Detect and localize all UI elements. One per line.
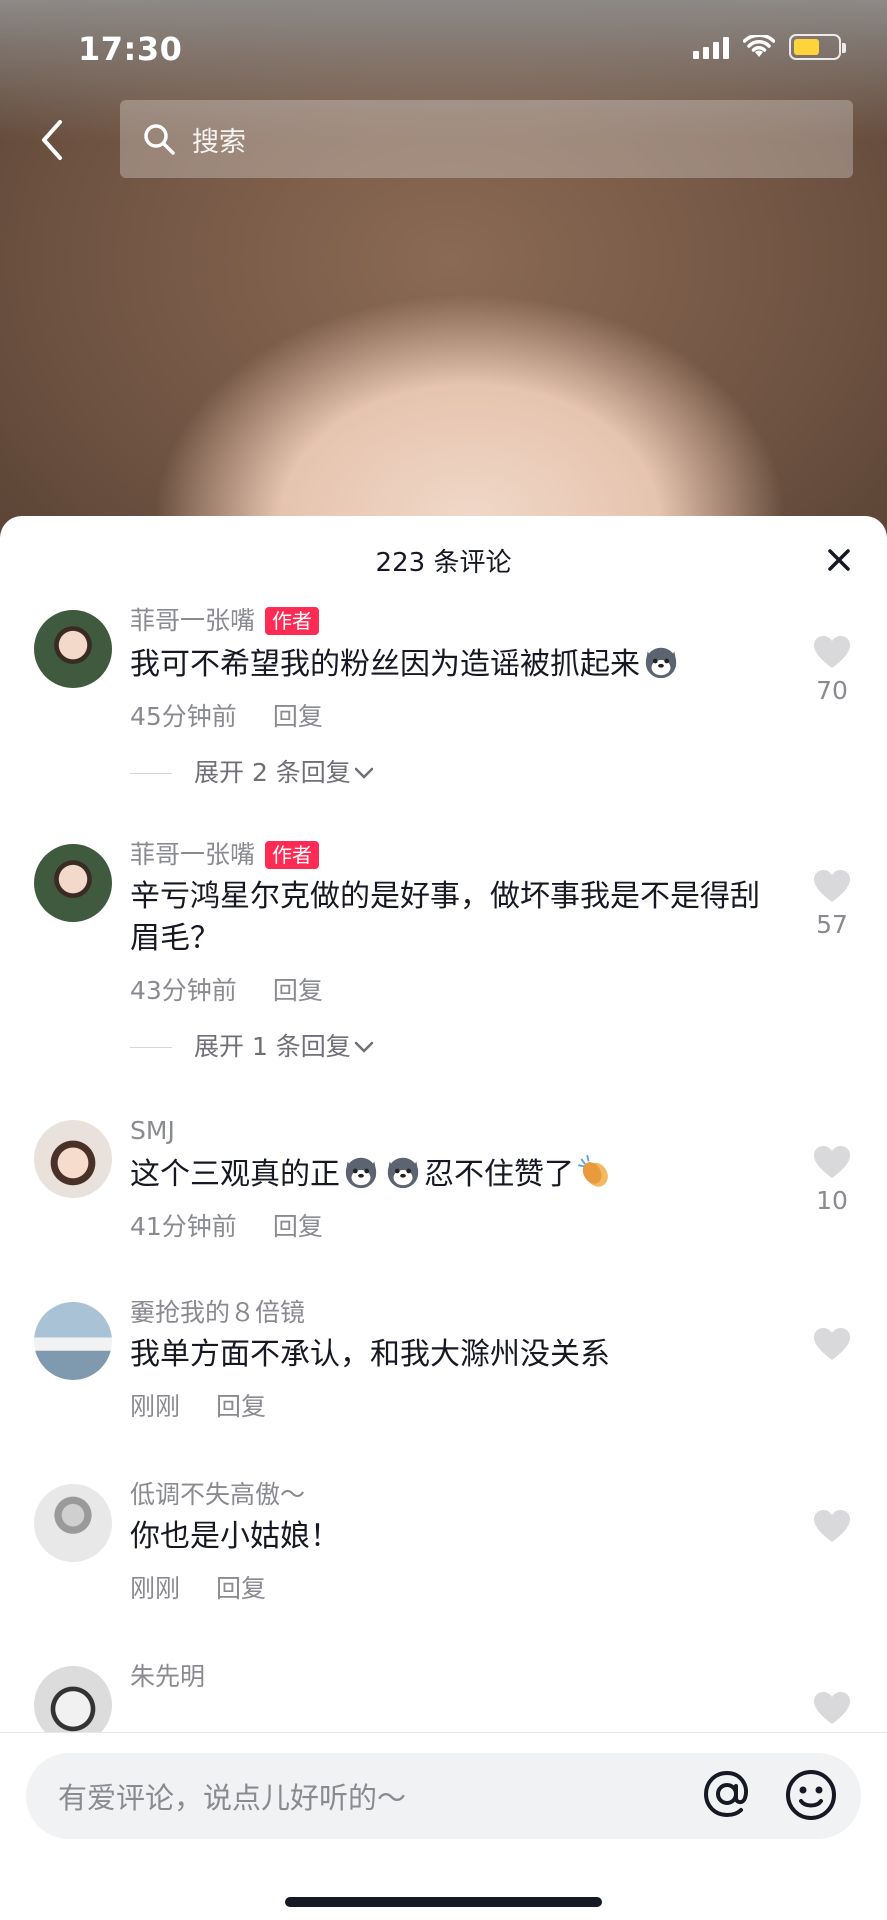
- husky-emoji-icon: [645, 647, 677, 679]
- expand-replies-button[interactable]: 展开 1 条回复: [130, 1030, 777, 1064]
- like-count: 70: [816, 676, 848, 705]
- comment-username[interactable]: 朱先明: [130, 1660, 777, 1694]
- at-sign-icon: [703, 1770, 748, 1818]
- reply-button[interactable]: 回复: [216, 1390, 266, 1424]
- heart-icon: [814, 1692, 850, 1724]
- comment-time: 45分钟前: [130, 702, 237, 731]
- like-button[interactable]: 70: [807, 634, 857, 705]
- comment-username[interactable]: 菲哥一张嘴 作者: [130, 604, 777, 638]
- comments-header: 223 条评论: [0, 516, 887, 604]
- like-count: 10: [816, 1186, 848, 1215]
- comment-username[interactable]: 低调不失高傲～: [130, 1478, 777, 1512]
- heart-icon: [814, 636, 850, 668]
- comment-item: 菲哥一张嘴 作者 我可不希望我的粉丝因为造谣被抓起来 45分钟前 回复 展开 2…: [0, 604, 887, 790]
- reply-button[interactable]: 回复: [273, 1210, 323, 1244]
- avatar[interactable]: [34, 1120, 112, 1198]
- husky-emoji-icon: [345, 1157, 377, 1189]
- search-placeholder: 搜索: [192, 126, 246, 158]
- clap-emoji-icon: [577, 1154, 608, 1187]
- close-button[interactable]: [821, 542, 857, 578]
- chevron-down-icon: [354, 767, 374, 779]
- cellular-signal-icon: [693, 35, 729, 59]
- comments-sheet: 223 条评论 菲哥一张嘴 作者 我可不希望我的粉丝因为造谣被抓起来 45分钟前…: [0, 516, 887, 1920]
- search-icon: [144, 124, 175, 155]
- chevron-left-icon: [42, 120, 62, 160]
- like-button[interactable]: 57: [807, 868, 857, 939]
- like-button[interactable]: [807, 1690, 857, 1726]
- reply-button[interactable]: 回复: [273, 700, 323, 734]
- comment-time: 刚刚: [130, 1574, 181, 1603]
- comment-item: 低调不失高傲～ 你也是小姑娘！ 刚刚 回复: [0, 1478, 887, 1606]
- divider: [130, 1046, 172, 1048]
- husky-emoji-icon: [387, 1157, 419, 1189]
- smiley-icon: [786, 1770, 836, 1820]
- comment-list[interactable]: 菲哥一张嘴 作者 我可不希望我的粉丝因为造谣被抓起来 45分钟前 回复 展开 2…: [0, 604, 887, 1734]
- comment-text: 这个三观真的正 忍不住赞了: [130, 1152, 777, 1196]
- heart-icon: [814, 1146, 850, 1178]
- comment-item: 菲哥一张嘴 作者 辛亏鸿星尔克做的是好事，做坏事我是不是得刮眉毛？ 43分钟前 …: [0, 838, 887, 1064]
- comment-meta: 45分钟前 回复: [130, 700, 777, 734]
- battery-icon: [789, 34, 846, 60]
- comment-meta: 刚刚 回复: [130, 1572, 777, 1606]
- avatar[interactable]: [34, 1666, 112, 1734]
- avatar[interactable]: [34, 610, 112, 688]
- comment-text: 我单方面不承认，和我大滁州没关系: [130, 1337, 610, 1372]
- comments-title: 223 条评论: [375, 547, 512, 578]
- comment-username[interactable]: 菲哥一张嘴 作者: [130, 838, 777, 872]
- comment-username[interactable]: 嫑抢我的８倍镜: [130, 1296, 777, 1330]
- comment-time: 刚刚: [130, 1392, 181, 1421]
- comment-text: 我可不希望我的粉丝因为造谣被抓起来: [130, 642, 777, 686]
- comment-text: 辛亏鸿星尔克做的是好事，做坏事我是不是得刮眉毛？: [130, 879, 760, 956]
- expand-replies-button[interactable]: 展开 2 条回复: [130, 756, 777, 790]
- heart-icon: [814, 1328, 850, 1360]
- comment-item: 嫑抢我的８倍镜 我单方面不承认，和我大滁州没关系 刚刚 回复: [0, 1296, 887, 1424]
- avatar[interactable]: [34, 844, 112, 922]
- close-icon: [828, 549, 850, 571]
- reply-button[interactable]: 回复: [273, 974, 323, 1008]
- comment-meta: 41分钟前 回复: [130, 1210, 777, 1244]
- home-indicator[interactable]: [285, 1897, 602, 1907]
- comment-input-placeholder: 有爱评论，说点儿好听的～: [58, 1781, 407, 1815]
- chevron-down-icon: [354, 1041, 374, 1053]
- comment-text: 你也是小姑娘！: [130, 1519, 340, 1554]
- mention-button[interactable]: [700, 1767, 754, 1821]
- divider: [130, 772, 172, 774]
- like-button[interactable]: [807, 1508, 857, 1544]
- comment-meta: 43分钟前 回复: [130, 974, 777, 1008]
- like-count: 57: [816, 910, 848, 939]
- author-badge: 作者: [265, 607, 320, 635]
- comment-username[interactable]: SMJ: [130, 1114, 777, 1148]
- avatar[interactable]: [34, 1302, 112, 1380]
- reply-button[interactable]: 回复: [216, 1572, 266, 1606]
- comment-time: 43分钟前: [130, 976, 237, 1005]
- back-button[interactable]: [30, 112, 74, 168]
- comment-input-area: 有爱评论，说点儿好听的～: [0, 1732, 887, 1920]
- status-time: 17:30: [78, 30, 183, 68]
- status-icons: [693, 34, 846, 60]
- author-badge: 作者: [265, 841, 320, 869]
- heart-icon: [814, 1510, 850, 1542]
- comment-time: 41分钟前: [130, 1212, 237, 1241]
- wifi-icon: [743, 35, 775, 57]
- search-input[interactable]: 搜索: [120, 100, 853, 178]
- heart-icon: [814, 870, 850, 902]
- avatar[interactable]: [34, 1484, 112, 1562]
- like-button[interactable]: [807, 1326, 857, 1362]
- status-bar: 17:30: [0, 0, 887, 96]
- comment-item: 朱先明: [0, 1660, 887, 1734]
- emoji-button[interactable]: [783, 1767, 839, 1823]
- comment-item: SMJ 这个三观真的正 忍不住赞了 41分钟前 回复 10: [0, 1114, 887, 1244]
- like-button[interactable]: 10: [807, 1144, 857, 1215]
- comment-meta: 刚刚 回复: [130, 1390, 777, 1424]
